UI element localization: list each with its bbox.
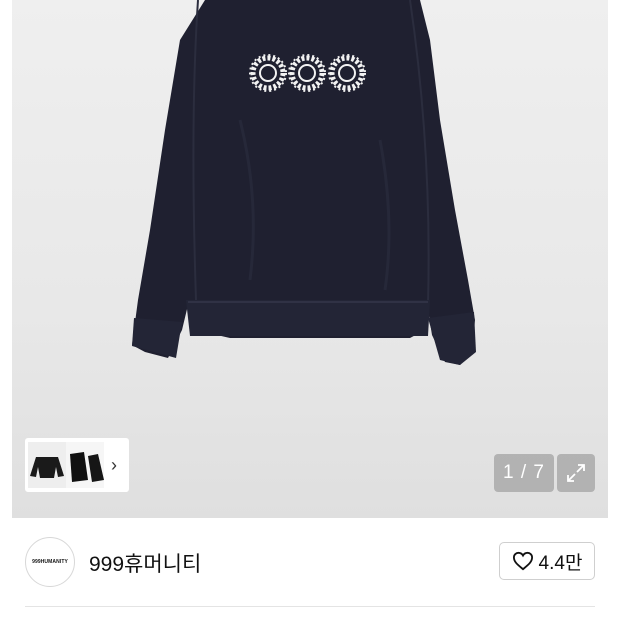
divider: [25, 606, 595, 607]
shop-name[interactable]: 999휴머니티: [89, 548, 201, 578]
thumbnail-image[interactable]: [28, 442, 104, 488]
chevron-right-icon[interactable]: ›: [111, 456, 117, 474]
image-counter: 1 / 7: [494, 454, 554, 492]
product-gallery[interactable]: › 1 / 7: [0, 0, 620, 518]
hem-rib: [186, 300, 430, 336]
heart-icon: [512, 551, 533, 571]
expand-icon: [567, 464, 585, 482]
shop-logo-text: 999HUMANITY: [32, 559, 68, 565]
like-count: 4.4만: [538, 552, 583, 574]
cuff-right: [428, 312, 476, 365]
like-button[interactable]: 4.4만: [499, 542, 595, 580]
thumbnail-strip[interactable]: ›: [25, 438, 129, 492]
expand-button[interactable]: [557, 454, 595, 492]
shop-logo[interactable]: 999HUMANITY: [25, 537, 75, 587]
shop-row: 999HUMANITY 999휴머니티 4.4만: [0, 518, 620, 606]
cuff-left: [132, 318, 182, 358]
